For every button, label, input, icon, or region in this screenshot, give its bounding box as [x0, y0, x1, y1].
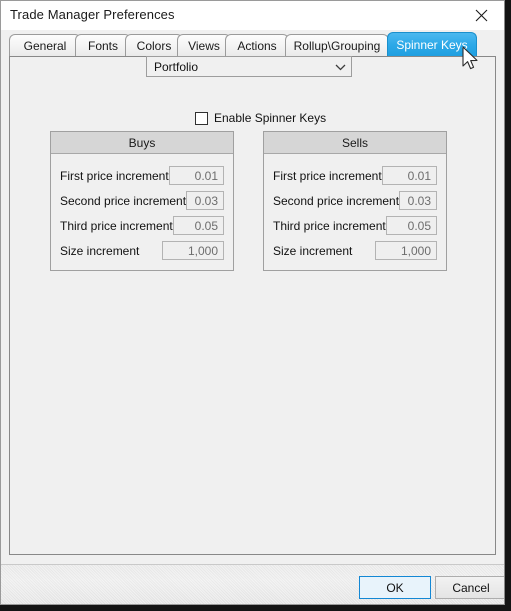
tab-general[interactable]: General: [9, 34, 81, 56]
portfolio-dropdown[interactable]: Portfolio: [146, 56, 352, 77]
sells-group-body: First price increment 0.01 Second price …: [264, 154, 446, 263]
enable-spinner-keys-label: Enable Spinner Keys: [214, 111, 327, 125]
sells-second-price-increment-input[interactable]: 0.03: [399, 191, 437, 210]
buys-first-price-increment-input[interactable]: 0.01: [168, 166, 224, 185]
tab-views[interactable]: Views: [177, 34, 231, 56]
tab-actions[interactable]: Actions: [225, 34, 289, 56]
tab-label: Rollup\Grouping: [293, 38, 381, 53]
field-label: Third price increment: [60, 218, 173, 233]
buys-second-price-increment-input[interactable]: 0.03: [186, 191, 224, 210]
preferences-dialog: Trade Manager Preferences General Fonts Co…: [0, 0, 505, 605]
field-row: Third price increment 0.05: [264, 213, 446, 238]
buys-group-body: First price increment 0.01 Second price …: [51, 154, 233, 263]
cancel-button[interactable]: Cancel: [435, 576, 504, 599]
tab-strip: General Fonts Colors Views Actions Rollup\Gro…: [1, 30, 504, 56]
window-shadow-right: [505, 0, 511, 611]
sells-third-price-increment-input[interactable]: 0.05: [385, 216, 437, 235]
sells-group-title: Sells: [264, 132, 446, 154]
tab-label: Actions: [237, 38, 277, 53]
field-label: Second price increment: [60, 193, 187, 208]
field-label: Second price increment: [273, 193, 400, 208]
sells-first-price-increment-input[interactable]: 0.01: [381, 166, 437, 185]
tab-label: Spinner Keys: [396, 37, 468, 52]
close-button[interactable]: [458, 1, 504, 30]
tab-spinner-keys[interactable]: Spinner Keys: [387, 32, 477, 56]
window-shadow-bottom: [0, 605, 511, 611]
field-label: First price increment: [273, 168, 382, 183]
tab-fonts[interactable]: Fonts: [75, 34, 131, 56]
portfolio-dropdown-value: Portfolio: [154, 59, 199, 74]
title-bar: Trade Manager Preferences: [1, 1, 504, 30]
field-label: Third price increment: [273, 218, 386, 233]
buys-size-increment-input[interactable]: 1,000: [162, 241, 224, 260]
tab-label: Fonts: [87, 38, 118, 53]
enable-spinner-keys-row[interactable]: Enable Spinner Keys: [195, 110, 326, 126]
field-row: First price increment 0.01: [264, 163, 446, 188]
tab-label: Views: [188, 38, 220, 53]
field-row: Second price increment 0.03: [264, 188, 446, 213]
buys-group: Buys First price increment 0.01 Second p…: [50, 131, 234, 271]
ok-button[interactable]: OK: [359, 576, 431, 599]
dialog-footer: OK Cancel: [1, 564, 504, 604]
field-label: First price increment: [60, 168, 169, 183]
field-row: Third price increment 0.05: [51, 213, 233, 238]
field-row: Size increment 1,000: [51, 238, 233, 263]
tab-rollup-grouping[interactable]: Rollup\Grouping: [285, 34, 389, 56]
enable-spinner-keys-checkbox[interactable]: [195, 111, 208, 125]
buys-group-title: Buys: [51, 132, 233, 154]
close-icon: [475, 9, 488, 22]
chevron-down-icon: [329, 63, 351, 71]
sells-size-increment-input[interactable]: 1,000: [375, 241, 437, 260]
field-label: Size increment: [60, 243, 140, 258]
tab-colors[interactable]: Colors: [125, 34, 183, 56]
field-row: Size increment 1,000: [264, 238, 446, 263]
field-row: Second price increment 0.03: [51, 188, 233, 213]
sells-group: Sells First price increment 0.01 Second …: [263, 131, 447, 271]
field-row: First price increment 0.01: [51, 163, 233, 188]
buys-third-price-increment-input[interactable]: 0.05: [172, 216, 224, 235]
tab-label: Colors: [136, 38, 172, 53]
tab-label: General: [23, 38, 67, 53]
field-label: Size increment: [273, 243, 353, 258]
window-title: Trade Manager Preferences: [10, 7, 175, 22]
